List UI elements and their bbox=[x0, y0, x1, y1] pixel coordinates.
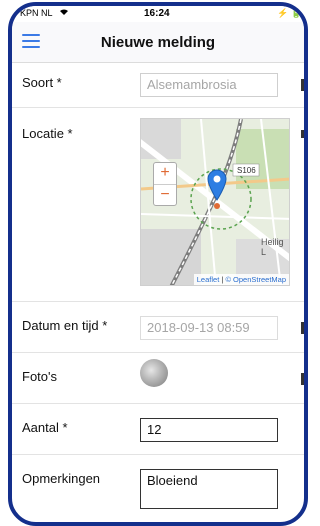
row-edge-marker bbox=[301, 79, 304, 91]
row-edge-marker bbox=[301, 130, 304, 138]
aantal-row: Aantal * 12 bbox=[12, 404, 304, 455]
datum-label: Datum en tijd * bbox=[22, 318, 108, 333]
battery-icon: ⚡ 🔋 bbox=[277, 8, 302, 18]
page-title: Nieuwe melding bbox=[100, 34, 216, 51]
datum-row: Datum en tijd * 2018-09-13 08:59 bbox=[12, 302, 304, 353]
map-attribution: Leaflet | © OpenStreetMap bbox=[193, 274, 289, 285]
location-map[interactable]: S106 Heilig L + − Leaflet | © OpenStreet… bbox=[140, 118, 290, 286]
nav-bar: Nieuwe melding bbox=[12, 22, 304, 63]
aantal-label: Aantal * bbox=[22, 420, 68, 435]
carrier-label: KPN NL bbox=[20, 8, 53, 18]
opmerkingen-row: Opmerkingen Bloeiend bbox=[12, 455, 304, 515]
status-bar: KPN NL 16:24 ⚡ 🔋 bbox=[12, 6, 304, 22]
osm-link[interactable]: © OpenStreetMap bbox=[225, 275, 286, 284]
map-zoom-control: + − bbox=[153, 162, 177, 206]
soort-row: Soort * Alsemambrosia bbox=[12, 63, 304, 108]
datum-input[interactable]: 2018-09-13 08:59 bbox=[140, 316, 278, 340]
zoom-in-button[interactable]: + bbox=[154, 163, 176, 185]
map-road-label: S106 bbox=[237, 166, 256, 175]
location-marker-icon[interactable] bbox=[207, 169, 227, 201]
soort-label: Soort * bbox=[22, 75, 62, 90]
locatie-label: Locatie * bbox=[22, 126, 73, 141]
soort-input[interactable]: Alsemambrosia bbox=[140, 73, 278, 97]
map-area-label: Heilig L bbox=[261, 237, 284, 257]
opmerkingen-textarea[interactable]: Bloeiend bbox=[140, 469, 278, 509]
status-time: 16:24 bbox=[144, 8, 170, 19]
locatie-row: Locatie * S106 Heilig L + − Leaflet | © … bbox=[12, 108, 304, 302]
location-dot bbox=[214, 203, 220, 209]
row-edge-marker bbox=[301, 373, 304, 385]
aantal-input[interactable]: 12 bbox=[140, 418, 278, 442]
phone-frame: KPN NL 16:24 ⚡ 🔋 Nieuwe melding Soort * … bbox=[8, 2, 308, 526]
wifi-icon bbox=[60, 9, 68, 15]
zoom-out-button[interactable]: − bbox=[154, 185, 176, 206]
opmerkingen-label: Opmerkingen bbox=[22, 471, 101, 486]
foto-row: Foto's bbox=[12, 353, 304, 404]
foto-label: Foto's bbox=[22, 369, 57, 384]
leaflet-link[interactable]: Leaflet bbox=[197, 275, 220, 284]
row-edge-marker bbox=[301, 322, 304, 334]
photo-thumbnail[interactable] bbox=[140, 359, 168, 387]
